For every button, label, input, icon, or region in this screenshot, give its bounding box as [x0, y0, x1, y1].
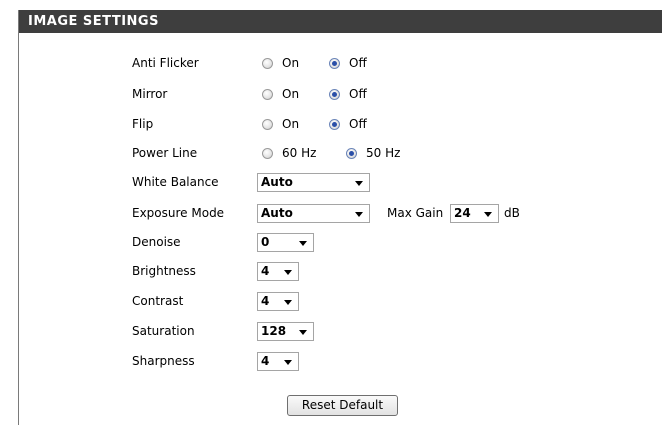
chevron-down-icon [484, 212, 492, 217]
anti-flicker-label: Anti Flicker [132, 56, 199, 70]
max-gain-select[interactable]: 24 [450, 204, 499, 223]
mirror-off-label: Off [349, 87, 367, 101]
power-line-label: Power Line [132, 146, 198, 160]
sharpness-row: Sharpness 4 [19, 349, 662, 373]
white-balance-select[interactable]: Auto [257, 173, 370, 192]
chevron-down-icon [355, 212, 363, 217]
anti-flicker-on-label: On [282, 56, 300, 70]
denoise-select[interactable]: 0 [257, 233, 314, 252]
denoise-row: Denoise 0 [19, 230, 662, 254]
brightness-row: Brightness 4 [19, 259, 662, 283]
contrast-row: Contrast 4 [19, 289, 662, 313]
chevron-down-icon [355, 181, 363, 186]
white-balance-row: White Balance Auto [19, 170, 662, 194]
flip-off-option[interactable]: Off [329, 112, 367, 136]
chevron-down-icon [299, 241, 307, 246]
max-gain-value: 24 [454, 206, 471, 220]
section-header: IMAGE SETTINGS [19, 10, 662, 33]
image-settings-panel: IMAGE SETTINGS Anti Flicker On Off Mirro… [18, 10, 662, 425]
anti-flicker-off-label: Off [349, 56, 367, 70]
exposure-mode-label: Exposure Mode [132, 206, 225, 220]
white-balance-value: Auto [261, 175, 293, 189]
sharpness-label: Sharpness [132, 354, 195, 368]
flip-on-radio[interactable] [262, 118, 273, 130]
exposure-mode-row: Exposure Mode Auto Max Gain 24 dB [19, 201, 662, 225]
power-line-60hz-option[interactable]: 60 Hz [262, 141, 316, 165]
flip-on-label: On [282, 117, 300, 131]
power-line-60hz-radio[interactable] [262, 147, 273, 159]
exposure-mode-select[interactable]: Auto [257, 204, 370, 223]
chevron-down-icon [284, 360, 292, 365]
chevron-down-icon [299, 330, 307, 335]
saturation-label: Saturation [132, 324, 195, 338]
flip-on-option[interactable]: On [262, 112, 299, 136]
white-balance-label: White Balance [132, 175, 219, 189]
anti-flicker-row: Anti Flicker On Off [19, 51, 662, 75]
sharpness-select[interactable]: 4 [257, 352, 299, 371]
contrast-value: 4 [261, 294, 270, 308]
mirror-off-radio[interactable] [329, 88, 340, 100]
power-line-row: Power Line 60 Hz 50 Hz [19, 141, 662, 165]
chevron-down-icon [284, 300, 292, 305]
power-line-50hz-radio[interactable] [346, 147, 357, 159]
max-gain-unit: dB [504, 206, 520, 220]
anti-flicker-on-option[interactable]: On [262, 51, 299, 75]
chevron-down-icon [284, 270, 292, 275]
max-gain-label: Max Gain [387, 206, 444, 220]
brightness-value: 4 [261, 264, 270, 278]
denoise-value: 0 [261, 235, 270, 249]
brightness-label: Brightness [132, 264, 196, 278]
flip-off-label: Off [349, 117, 367, 131]
mirror-row: Mirror On Off [19, 82, 662, 106]
contrast-select[interactable]: 4 [257, 292, 299, 311]
anti-flicker-on-radio[interactable] [262, 57, 273, 69]
saturation-row: Saturation 128 [19, 319, 662, 343]
denoise-label: Denoise [132, 235, 181, 249]
mirror-label: Mirror [132, 87, 168, 101]
mirror-off-option[interactable]: Off [329, 82, 367, 106]
power-line-50hz-option[interactable]: 50 Hz [346, 141, 400, 165]
flip-row: Flip On Off [19, 112, 662, 136]
anti-flicker-off-radio[interactable] [329, 57, 340, 69]
brightness-select[interactable]: 4 [257, 262, 299, 281]
flip-off-radio[interactable] [329, 118, 340, 130]
reset-default-button[interactable]: Reset Default [287, 395, 398, 416]
sharpness-value: 4 [261, 354, 270, 368]
flip-label: Flip [132, 117, 154, 131]
mirror-on-label: On [282, 87, 300, 101]
contrast-label: Contrast [132, 294, 184, 308]
saturation-select[interactable]: 128 [257, 322, 314, 341]
mirror-on-radio[interactable] [262, 88, 273, 100]
mirror-on-option[interactable]: On [262, 82, 299, 106]
anti-flicker-off-option[interactable]: Off [329, 51, 367, 75]
power-line-50hz-label: 50 Hz [366, 146, 401, 160]
exposure-mode-value: Auto [261, 206, 293, 220]
power-line-60hz-label: 60 Hz [282, 146, 317, 160]
saturation-value: 128 [261, 324, 287, 338]
